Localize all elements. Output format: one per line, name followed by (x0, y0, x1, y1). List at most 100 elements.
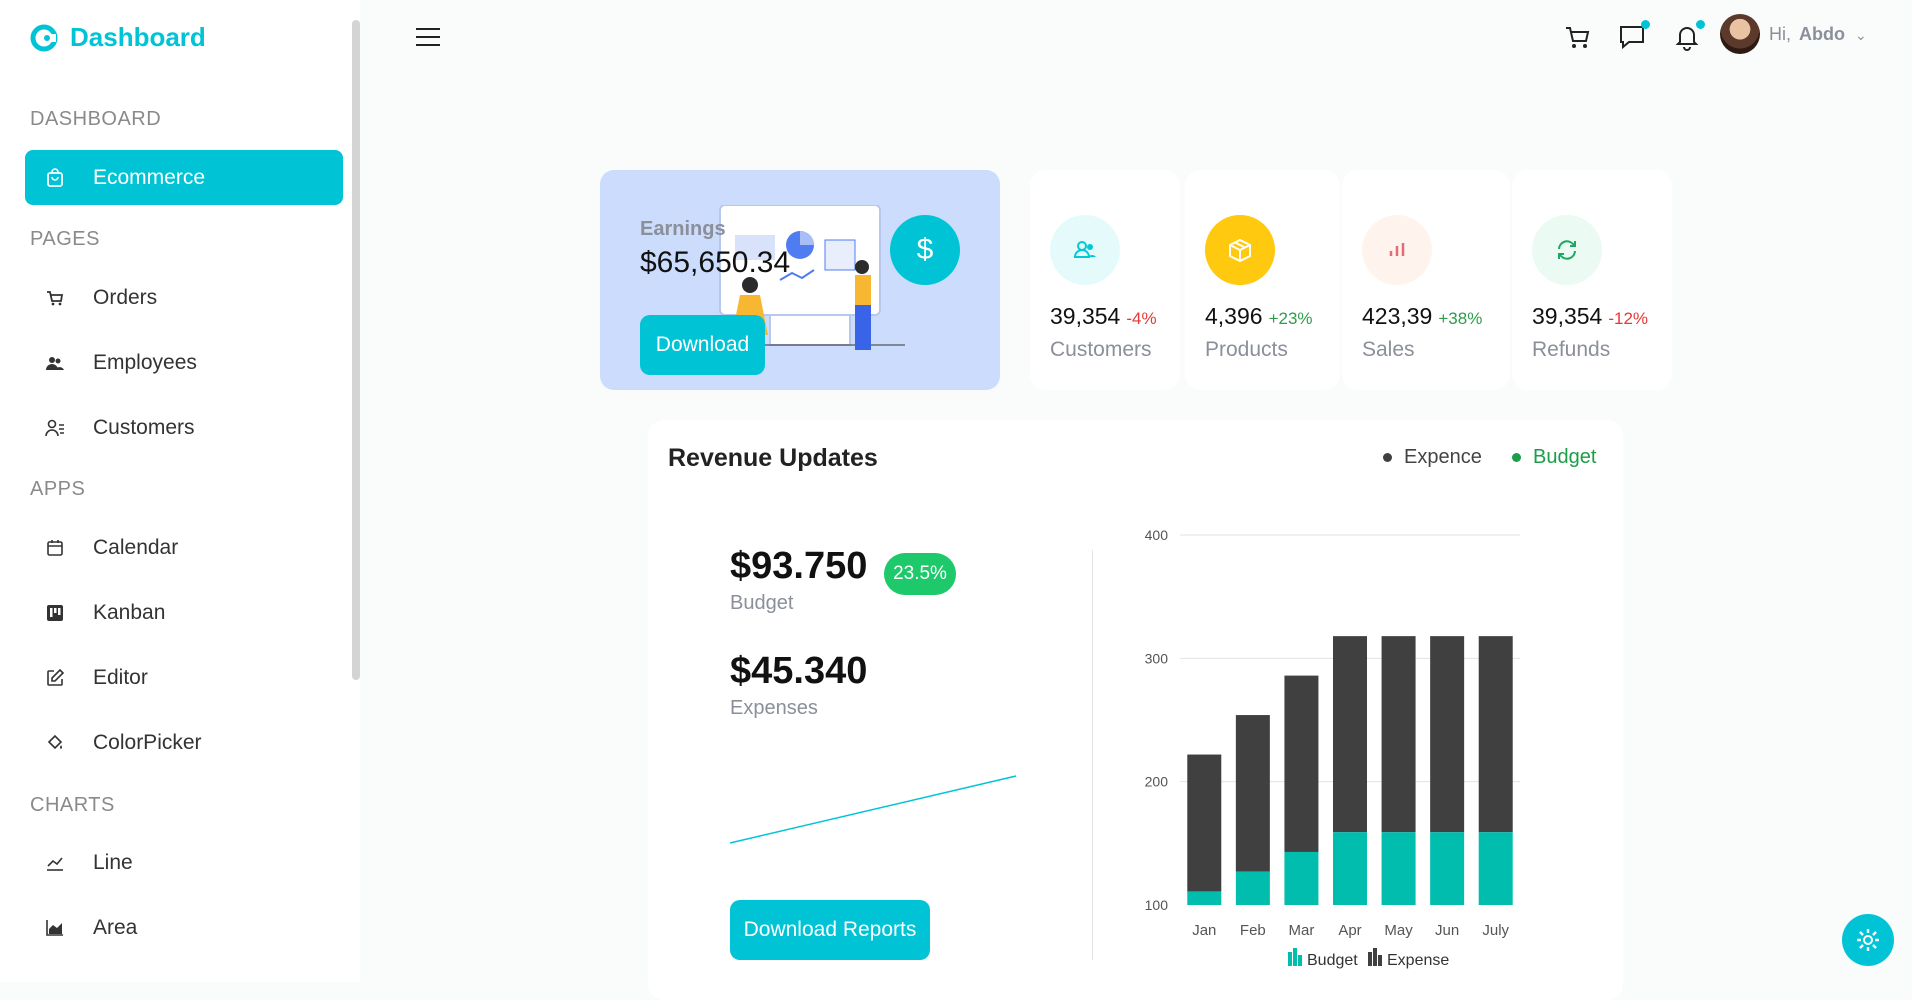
gear-icon (1857, 929, 1879, 951)
sidebar-item-area[interactable]: Area (25, 900, 343, 955)
users-icon[interactable] (1050, 215, 1120, 285)
sidebar-item-customers[interactable]: Customers (25, 400, 343, 455)
budget-label: Budget (730, 592, 794, 614)
stat-card-refunds: 39,354 -12% Refunds (1512, 170, 1672, 390)
refresh-icon[interactable] (1532, 215, 1602, 285)
avatar[interactable] (1720, 14, 1760, 54)
legend-label: Expense (1387, 952, 1449, 969)
expense-bar (1381, 636, 1416, 833)
y-tick-label: 200 (1145, 774, 1169, 790)
earnings-label: Earnings (640, 218, 726, 240)
budget-bar (1235, 871, 1270, 905)
sidebar-item-label: Customers (93, 415, 195, 439)
budget-bar (1381, 832, 1416, 905)
legend-label: Expence (1404, 446, 1482, 468)
calendar-icon (47, 539, 63, 556)
sidebar-item-label: Line (93, 850, 133, 874)
shopping-bag-icon (47, 167, 63, 187)
hamburger-line (416, 36, 440, 38)
employees-icon (46, 356, 64, 370)
x-tick-label: Mar (1289, 922, 1315, 939)
sidebar-scrollbar[interactable] (352, 20, 360, 680)
download-reports-button[interactable]: Download Reports (730, 900, 930, 960)
user-name: Abdo (1799, 24, 1845, 44)
budget-percent-badge: 23.5% (884, 553, 956, 595)
section-apps: APPS (30, 478, 86, 500)
sidebar-item-colorpicker[interactable]: ColorPicker (25, 715, 343, 770)
menu-toggle-button[interactable] (416, 28, 440, 48)
legend-label: Budget (1533, 446, 1597, 468)
sidebar: Dashboard DASHBOARD Ecommerce PAGES Orde… (0, 0, 360, 982)
expense-bar (1333, 636, 1367, 833)
budget-bar (1430, 832, 1465, 905)
editor-icon (47, 668, 65, 686)
greeting-text: Hi, (1769, 24, 1791, 44)
sidebar-item-label: Kanban (93, 600, 166, 624)
sidebar-item-ecommerce[interactable]: Ecommerce (25, 150, 343, 205)
sidebar-item-label: Employees (93, 350, 197, 374)
sidebar-item-label: ColorPicker (93, 730, 202, 754)
user-greeting[interactable]: Hi, Abdo (1769, 24, 1845, 45)
x-tick-label: Apr (1338, 922, 1361, 939)
sparkline (729, 775, 1017, 844)
x-tick-label: July (1482, 922, 1509, 939)
legend-icon-bar (1298, 955, 1302, 966)
stat-label: Sales (1362, 338, 1415, 361)
legend-icon-bar (1293, 948, 1297, 966)
bar-chart-icon[interactable] (1362, 215, 1432, 285)
expense-bar (1478, 636, 1513, 833)
legend-budget[interactable]: Budget (1512, 446, 1596, 469)
legend-icon-bar (1368, 952, 1372, 966)
stat-card-sales: 423,39 +38% Sales (1342, 170, 1510, 390)
budget-value: $93.750 (730, 545, 868, 587)
y-tick-label: 400 (1145, 527, 1169, 543)
stat-percent: -12% (1608, 309, 1649, 328)
hamburger-line (416, 44, 440, 46)
x-tick-label: Feb (1240, 922, 1266, 939)
legend-icon-bar (1288, 952, 1292, 966)
stat-card-customers: 39,354 -4% Customers (1030, 170, 1180, 390)
customers-icon (45, 419, 64, 436)
budget-bar (1333, 832, 1367, 905)
stat-value: 4,396 +23% (1205, 303, 1313, 329)
stat-value: 39,354 -12% (1532, 303, 1649, 329)
section-dashboard: DASHBOARD (30, 108, 162, 130)
brand-name: Dashboard (70, 22, 206, 52)
earnings-value: $65,650.34 (640, 246, 791, 279)
legend-dot (1512, 453, 1521, 462)
sidebar-item-editor[interactable]: Editor (25, 650, 343, 705)
cart-icon[interactable] (1563, 22, 1593, 52)
box-icon[interactable] (1205, 215, 1275, 285)
expense-bar (1187, 754, 1222, 892)
x-tick-label: May (1384, 922, 1413, 939)
legend-icon-bar (1378, 955, 1382, 966)
stat-percent: +23% (1268, 309, 1313, 328)
expense-bar (1235, 715, 1270, 872)
budget-bar (1478, 832, 1513, 905)
sidebar-item-employees[interactable]: Employees (25, 335, 343, 390)
sidebar-item-kanban[interactable]: Kanban (25, 585, 343, 640)
chevron-down-icon[interactable]: ⌄ (1855, 27, 1867, 44)
hamburger-line (416, 28, 440, 30)
area-chart-icon (46, 919, 63, 936)
settings-button[interactable] (1842, 914, 1894, 966)
expenses-value: $45.340 (730, 650, 868, 692)
sidebar-item-orders[interactable]: Orders (25, 270, 343, 325)
revenue-bar-chart: 100 200 300 400 Jan Feb Mar Apr May Jun July Budget… (1145, 527, 1520, 969)
brand-logo[interactable]: Dashboard (30, 22, 206, 53)
sidebar-item-label: Area (93, 915, 138, 939)
stat-percent: +38% (1438, 309, 1483, 328)
kanban-icon (47, 604, 63, 621)
legend-dot (1383, 453, 1392, 462)
legend-expence[interactable]: Expence (1383, 446, 1482, 469)
stat-percent: -4% (1126, 309, 1157, 328)
line-chart-icon (47, 856, 63, 871)
cart-icon (47, 290, 64, 305)
legend-label: Budget (1307, 952, 1358, 969)
sidebar-item-calendar[interactable]: Calendar (25, 520, 343, 575)
download-button[interactable]: Download (640, 315, 765, 375)
sidebar-item-line[interactable]: Line (25, 835, 343, 890)
x-tick-label: Jun (1435, 922, 1459, 939)
expense-bar (1430, 636, 1465, 833)
revenue-title: Revenue Updates (668, 444, 878, 472)
